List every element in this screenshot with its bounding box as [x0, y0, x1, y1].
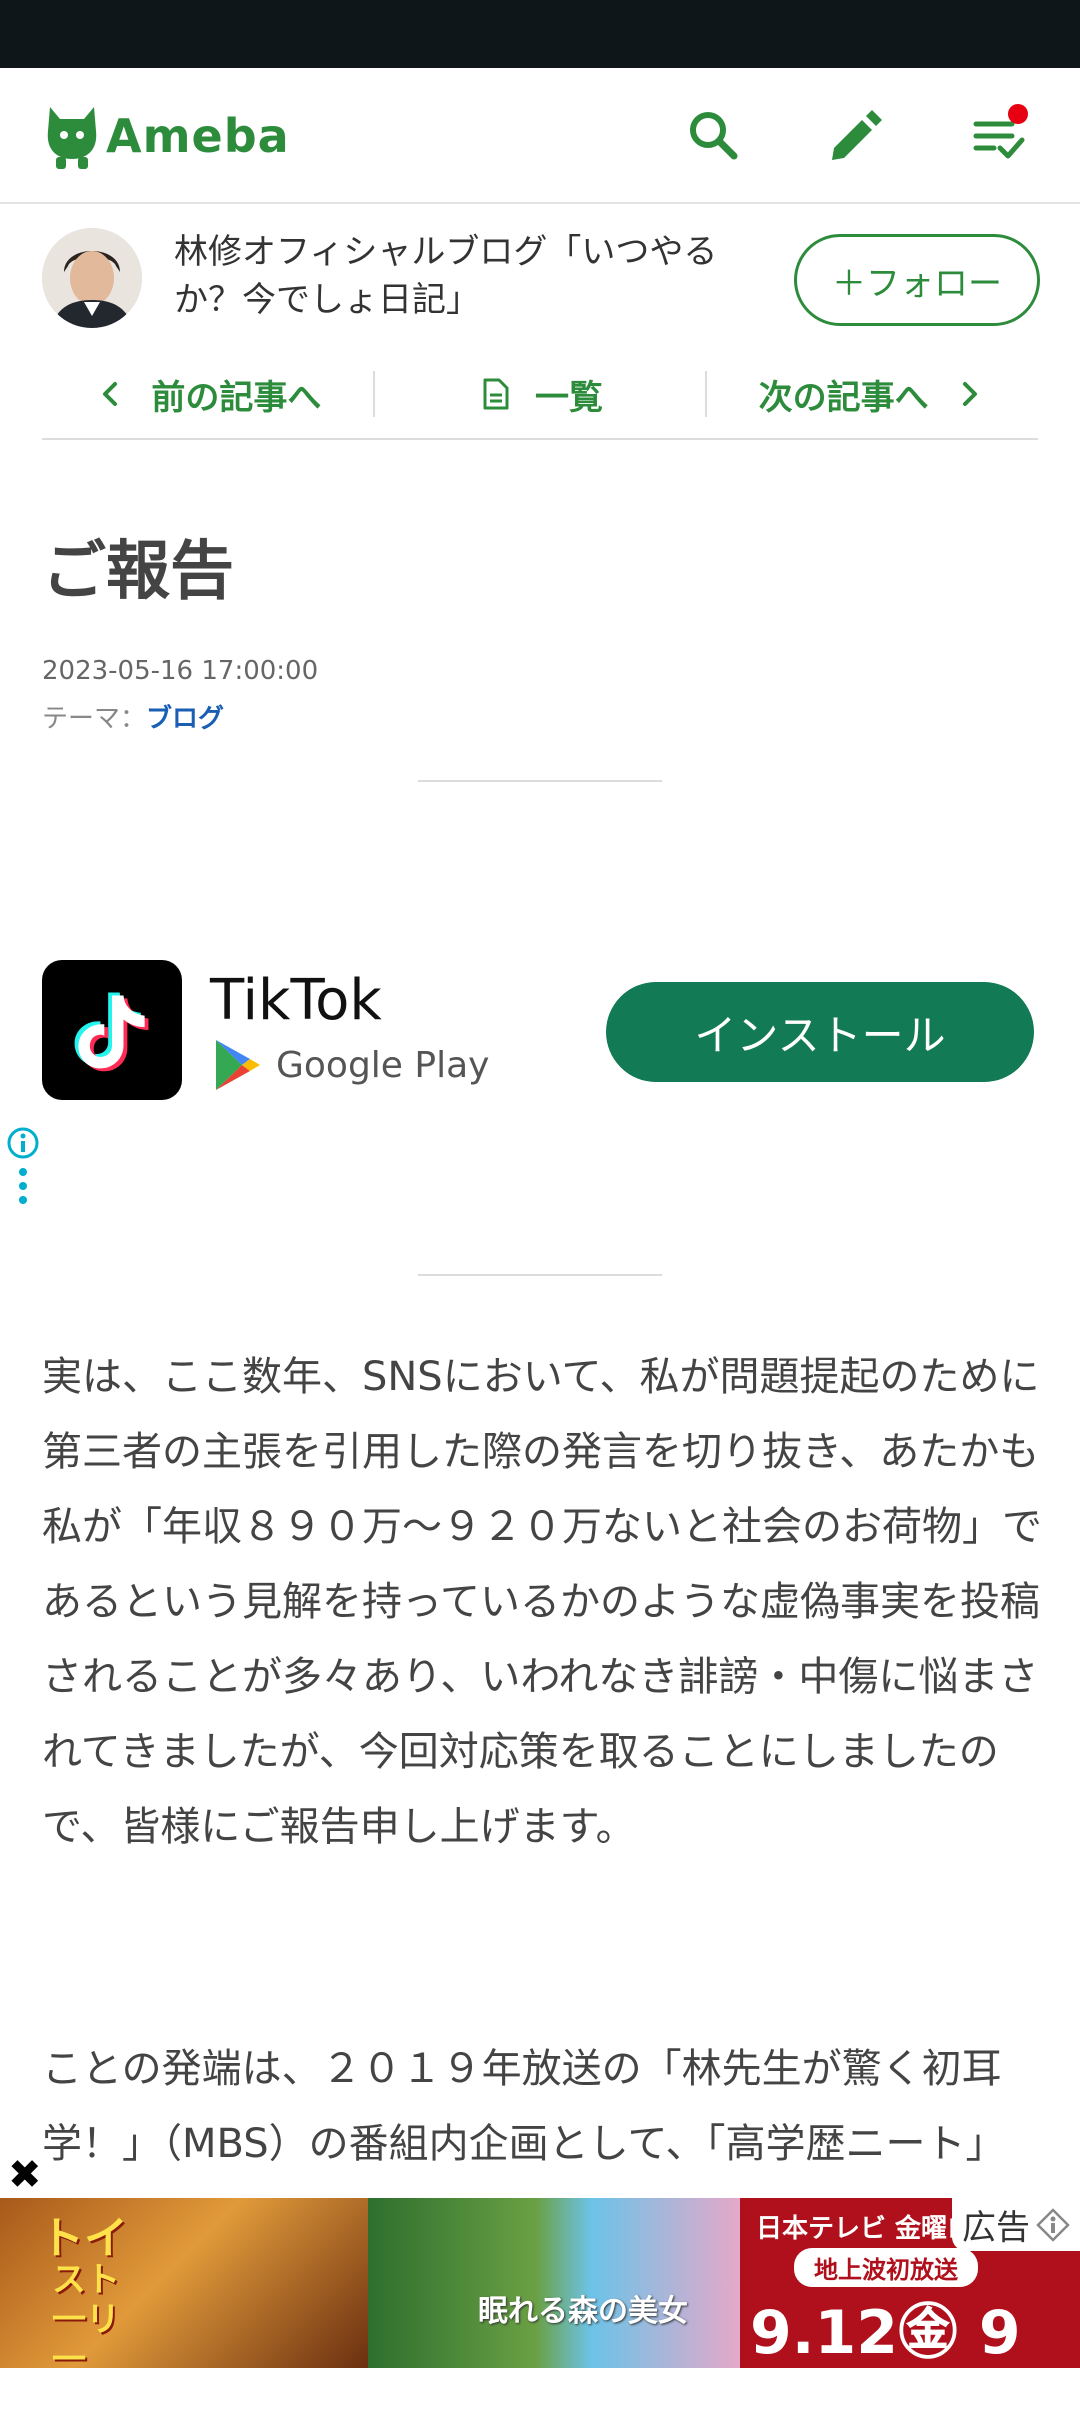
divider-top	[418, 780, 662, 782]
theme-label: テーマ：	[42, 704, 147, 734]
app-install-ad: TikTok Google Play インストール	[0, 930, 1080, 1230]
banner-ad-network: 日本テレビ 金曜ロ	[756, 2214, 974, 2244]
avatar[interactable]	[42, 228, 142, 328]
search-button[interactable]	[680, 102, 746, 168]
tiktok-app-icon[interactable]	[42, 960, 182, 1100]
status-bar	[0, 0, 1080, 68]
banner-close-button[interactable]: ✖	[8, 2152, 42, 2198]
prev-article-link[interactable]: 前の記事へ	[42, 371, 373, 418]
write-post-button[interactable]	[822, 102, 888, 168]
search-icon	[690, 112, 738, 160]
ad-choices-icon	[1036, 2207, 1070, 2242]
google-play-badge: Google Play	[212, 1038, 489, 1092]
article-date: 2023-05-16 17:00:00	[42, 656, 319, 686]
article-list-label: 一覧	[535, 377, 603, 418]
banner-ad-panel-title: トイ	[40, 2213, 128, 2264]
article-nav: 前の記事へ 一覧 次の記事へ	[42, 350, 1038, 440]
document-icon	[483, 378, 509, 410]
banner-ad-badge: 地上波初放送	[794, 2248, 978, 2287]
logo-text: Ameba	[106, 109, 290, 163]
app-header: Ameba	[0, 68, 1080, 204]
ameba-logo[interactable]: Ameba	[42, 96, 290, 176]
banner-ad-date: 9.12㊎ 9時～	[750, 2298, 1021, 2368]
tiktok-logo-icon	[74, 992, 149, 1072]
ad-info-icon[interactable]	[6, 1126, 40, 1160]
avatar-portrait-icon	[42, 228, 142, 328]
ad-app-name[interactable]: TikTok	[210, 968, 382, 1033]
divider-bottom	[418, 1274, 662, 1276]
notification-dot	[1008, 104, 1028, 124]
prev-article-label: 前の記事へ	[151, 377, 322, 418]
blog-title[interactable]: 林修オフィシャルブログ「いつやるか？今でしょ日記」	[174, 228, 754, 324]
chevron-right-icon	[962, 382, 977, 406]
google-play-icon	[216, 1040, 260, 1090]
article-theme: テーマ：ブログ	[42, 698, 224, 735]
ad-label-text: 広告	[962, 2208, 1030, 2248]
article-paragraph: 実は、ここ数年、SNSにおいて、私が問題提起のために第三者の主張を引用した際の発…	[42, 1354, 1042, 1850]
ameba-mascot-icon	[47, 107, 97, 169]
banner-ad-panel-sleeping-beauty[interactable]: 眠れる森の美女	[368, 2198, 740, 2368]
banner-ad[interactable]: トイ スト一リ一 眠れる森の美女 日本テレビ 金曜ロ 地上波初放送 9.12㊎ …	[0, 2198, 1080, 2368]
ad-label[interactable]: 広告	[952, 2198, 1080, 2251]
article-list-link[interactable]: 一覧	[372, 371, 706, 418]
next-article-link[interactable]: 次の記事へ	[705, 371, 1038, 418]
theme-link[interactable]: ブログ	[146, 704, 224, 734]
next-article-label: 次の記事へ	[758, 377, 929, 418]
banner-ad-panel-toystory[interactable]: トイ スト一リ一	[0, 2198, 368, 2368]
pencil-icon	[832, 110, 882, 160]
feed-menu-button[interactable]	[964, 102, 1030, 168]
follow-button[interactable]: ＋フォロー	[794, 234, 1040, 326]
article-title: ご報告	[42, 535, 234, 609]
ad-options-icon[interactable]	[18, 1166, 28, 1206]
blog-info: 林修オフィシャルブログ「いつやるか？今でしょ日記」 ＋フォロー	[0, 206, 1080, 346]
google-play-label: Google Play	[276, 1044, 490, 1086]
banner-ad-panel-subtitle: スト一リ一	[52, 2260, 120, 2368]
banner-ad-panel-title: 眠れる森の美女	[478, 2294, 688, 2329]
chevron-left-icon	[103, 382, 118, 406]
install-button[interactable]: インストール	[606, 982, 1034, 1082]
